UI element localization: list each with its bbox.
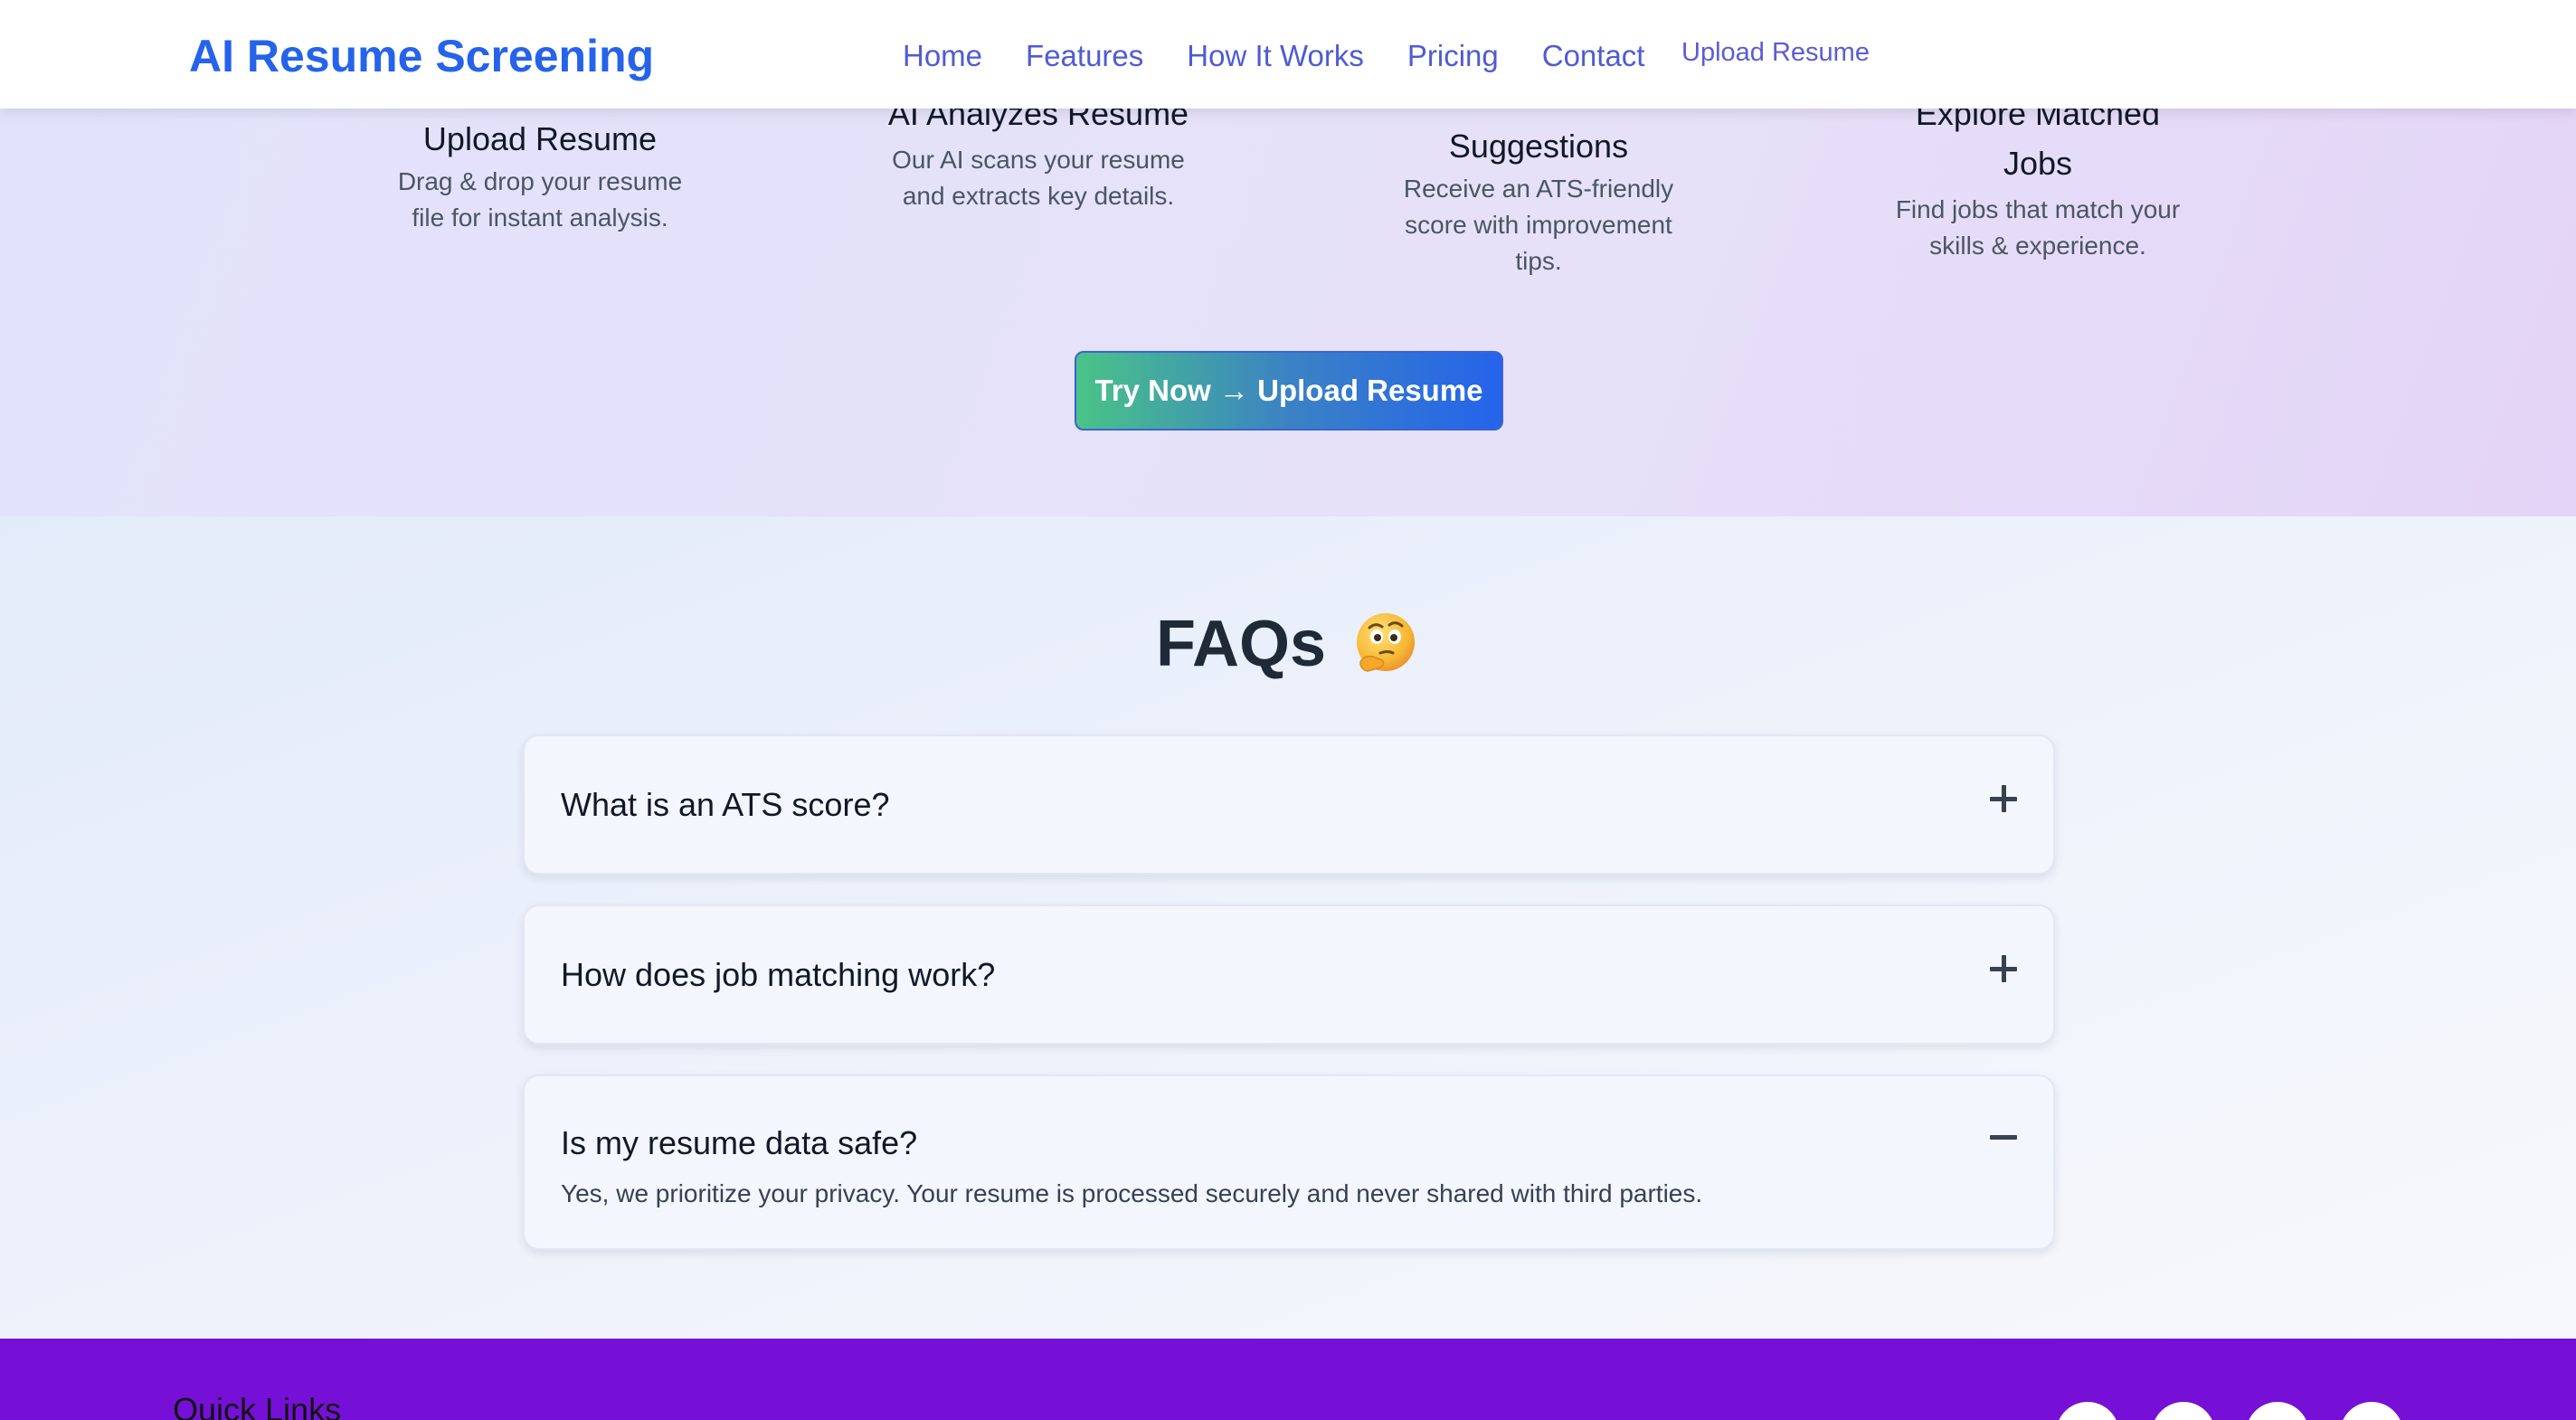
nav-link-home[interactable]: Home (903, 33, 982, 80)
step-card-upload: Upload Resume Drag & drop your resume fi… (386, 114, 694, 236)
faq-question[interactable]: How does job matching work? (561, 952, 995, 998)
social-icon[interactable] (2246, 1402, 2309, 1420)
quick-links-title: Quick Links (173, 1391, 342, 1420)
faq-heading: FAQs (0, 603, 2576, 685)
faq-item[interactable]: How does job matching work? (523, 904, 2055, 1045)
faq-item-expanded[interactable]: Is my resume data safe? Yes, we prioriti… (523, 1074, 2055, 1250)
nav-link-upload-resume[interactable]: Upload Resume (1681, 33, 1870, 72)
nav-links: Home Features How It Works Pricing Conta… (903, 33, 1688, 80)
social-icon[interactable] (2340, 1402, 2403, 1420)
step-description: Receive an ATS-friendly score with impro… (1403, 175, 1674, 275)
nav-link-contact[interactable]: Contact (1542, 33, 1645, 80)
faq-item[interactable]: What is an ATS score? (523, 734, 2055, 875)
thinking-face-emoji-icon (1351, 610, 1420, 678)
step-title: Upload Resume (422, 120, 658, 157)
step-description: Drag & drop your resume file for instant… (397, 167, 683, 232)
minus-icon[interactable] (1990, 1123, 2017, 1150)
nav-link-pricing[interactable]: Pricing (1407, 33, 1499, 80)
step-description: Our AI scans your resume and extracts ke… (892, 146, 1185, 210)
step-title: Suggestions (1448, 128, 1629, 165)
try-now-upload-button[interactable]: Try Now → Upload Resume (1075, 351, 1503, 431)
social-icon[interactable] (2056, 1402, 2119, 1420)
how-it-works-section: Upload Resume Drag & drop your resume fi… (0, 95, 2576, 516)
brand-logo[interactable]: AI Resume Screening (189, 25, 654, 87)
faq-section: FAQs What is an ATS score? How does job … (0, 516, 2576, 1339)
nav-link-how-it-works[interactable]: How It Works (1187, 33, 1364, 80)
step-card-suggestions: Suggestions Receive an ATS-friendly scor… (1385, 121, 1692, 279)
nav-link-features[interactable]: Features (1026, 33, 1143, 80)
plus-icon[interactable] (1990, 955, 2017, 982)
top-navbar: AI Resume Screening Home Features How It… (0, 0, 2576, 109)
social-icon[interactable] (2152, 1402, 2215, 1420)
faq-heading-text: FAQs (1155, 608, 1327, 680)
faq-question[interactable]: Is my resume data safe? (561, 1121, 917, 1166)
plus-icon[interactable] (1990, 785, 2017, 812)
step-description: Find jobs that match your skills & exper… (1895, 195, 2181, 260)
faq-answer: Yes, we prioritize your privacy. Your re… (561, 1179, 1703, 1207)
footer: Quick Links (0, 1339, 2576, 1420)
faq-question[interactable]: What is an ATS score? (561, 782, 889, 828)
step-card-explore-jobs: Explore Matched Jobs Find jobs that matc… (1884, 89, 2192, 264)
